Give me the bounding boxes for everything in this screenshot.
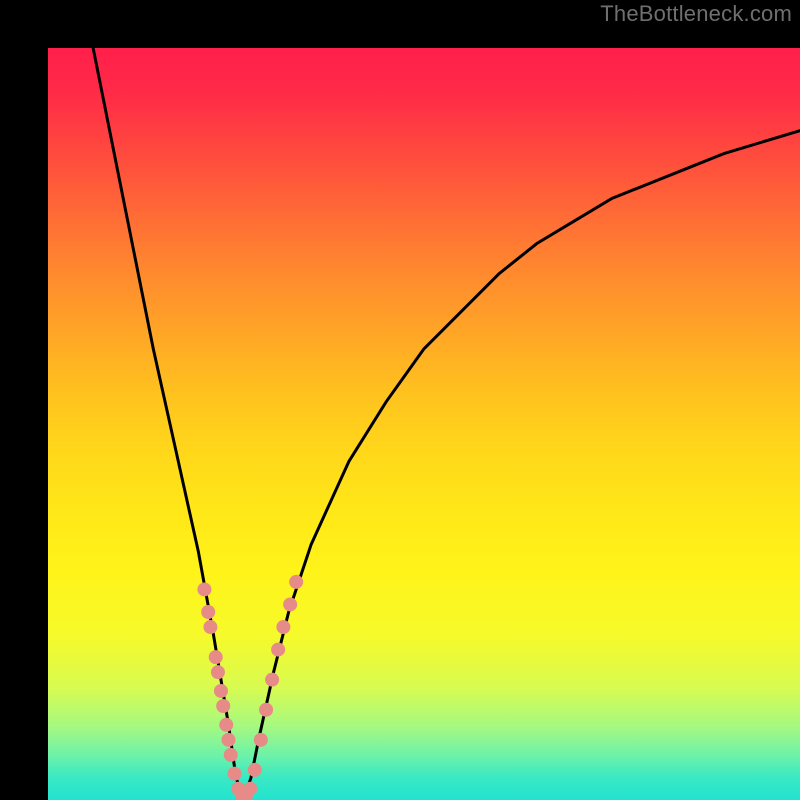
data-dot [209,650,223,664]
data-dot [283,597,297,611]
data-dot [243,782,257,796]
chart-svg [48,48,800,800]
data-dot [248,763,262,777]
data-dot [276,620,290,634]
watermark-text: TheBottleneck.com [600,1,792,27]
data-dot [228,767,242,781]
data-dot [203,620,217,634]
data-dot [197,582,211,596]
data-dot [271,643,285,657]
data-dot [289,575,303,589]
data-dot [224,748,238,762]
data-dot [221,733,235,747]
data-dot [219,718,233,732]
data-dot [265,673,279,687]
data-dot [201,605,215,619]
data-dot [211,665,225,679]
data-dot [259,703,273,717]
chart-frame [24,24,776,776]
data-dot [216,699,230,713]
bottleneck-curve [93,48,800,800]
data-dot [254,733,268,747]
plot-area [48,48,800,800]
data-dot [214,684,228,698]
